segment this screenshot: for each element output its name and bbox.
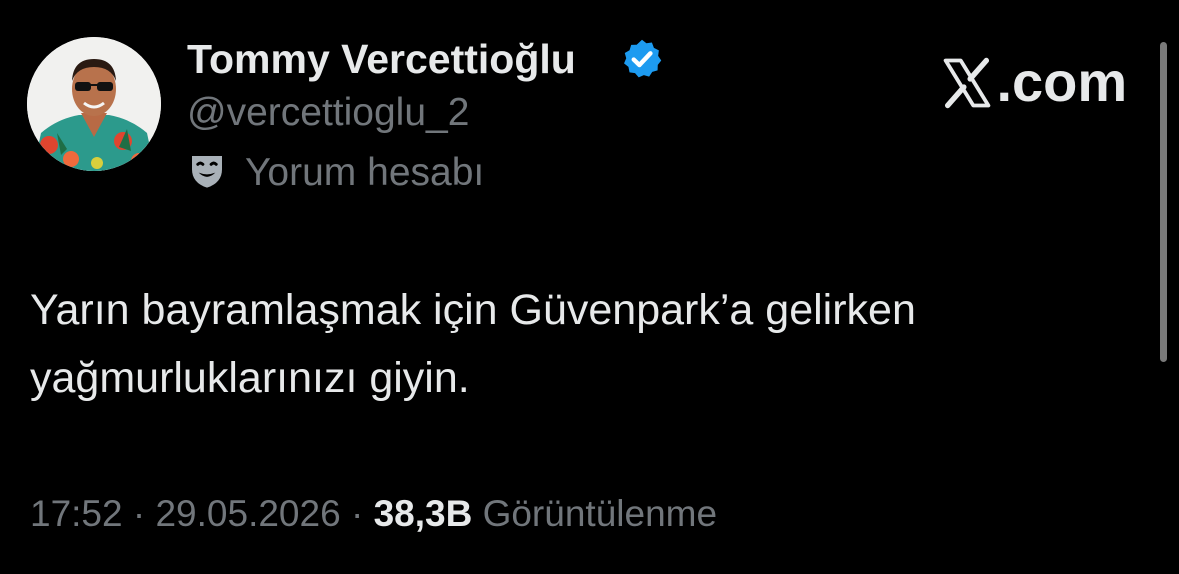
tweet-date[interactable]: 29.05.2026 <box>155 493 340 534</box>
avatar-image <box>27 37 161 171</box>
scrollbar[interactable] <box>1160 42 1167 362</box>
meta-separator: · <box>350 493 364 534</box>
tweet-meta: 17:52 · 29.05.2026 · 38,3B Görüntülenme <box>30 490 717 538</box>
tweet-text: Yarın bayramlaşmak için Güvenpark’a geli… <box>30 276 1140 412</box>
tweet-text-line-2: yağmurluklarınızı giyin. <box>30 354 470 402</box>
views-count[interactable]: 38,3B <box>374 493 473 534</box>
avatar[interactable] <box>27 37 161 171</box>
tweet-card: Tommy Vercettioğlu @vercettioglu_2 Yorum… <box>0 0 1179 574</box>
views-label: Görüntülenme <box>482 493 718 534</box>
account-label-text: Yorum hesabı <box>245 151 485 194</box>
tweet-time[interactable]: 17:52 <box>30 493 123 534</box>
x-brand-logo: .com <box>940 52 1127 112</box>
theater-mask-icon <box>192 156 222 188</box>
tweet-text-line-1: Yarın bayramlaşmak için Güvenpark’a geli… <box>30 286 916 334</box>
display-name[interactable]: Tommy Vercettioğlu <box>187 34 576 84</box>
x-domain-text: .com <box>996 50 1128 113</box>
user-handle[interactable]: @vercettioglu_2 <box>187 89 469 137</box>
verified-badge-icon <box>624 39 662 78</box>
meta-separator: · <box>132 493 146 534</box>
x-logo-icon <box>943 57 991 109</box>
